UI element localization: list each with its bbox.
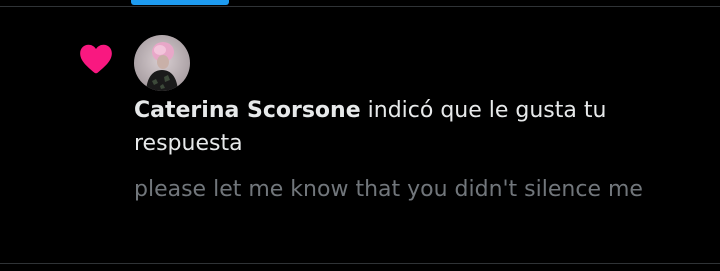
- user-name[interactable]: Caterina Scorsone: [134, 98, 361, 123]
- reply-preview: please let me know that you didn't silen…: [134, 177, 643, 202]
- bottom-divider: [0, 263, 720, 264]
- active-tab-indicator: [131, 0, 229, 5]
- heart-icon: [80, 44, 112, 74]
- avatar[interactable]: [134, 35, 190, 91]
- like-notification[interactable]: Caterina Scorsone indicó que le gusta tu…: [0, 7, 720, 263]
- notification-text: Caterina Scorsone indicó que le gusta tu…: [134, 94, 694, 160]
